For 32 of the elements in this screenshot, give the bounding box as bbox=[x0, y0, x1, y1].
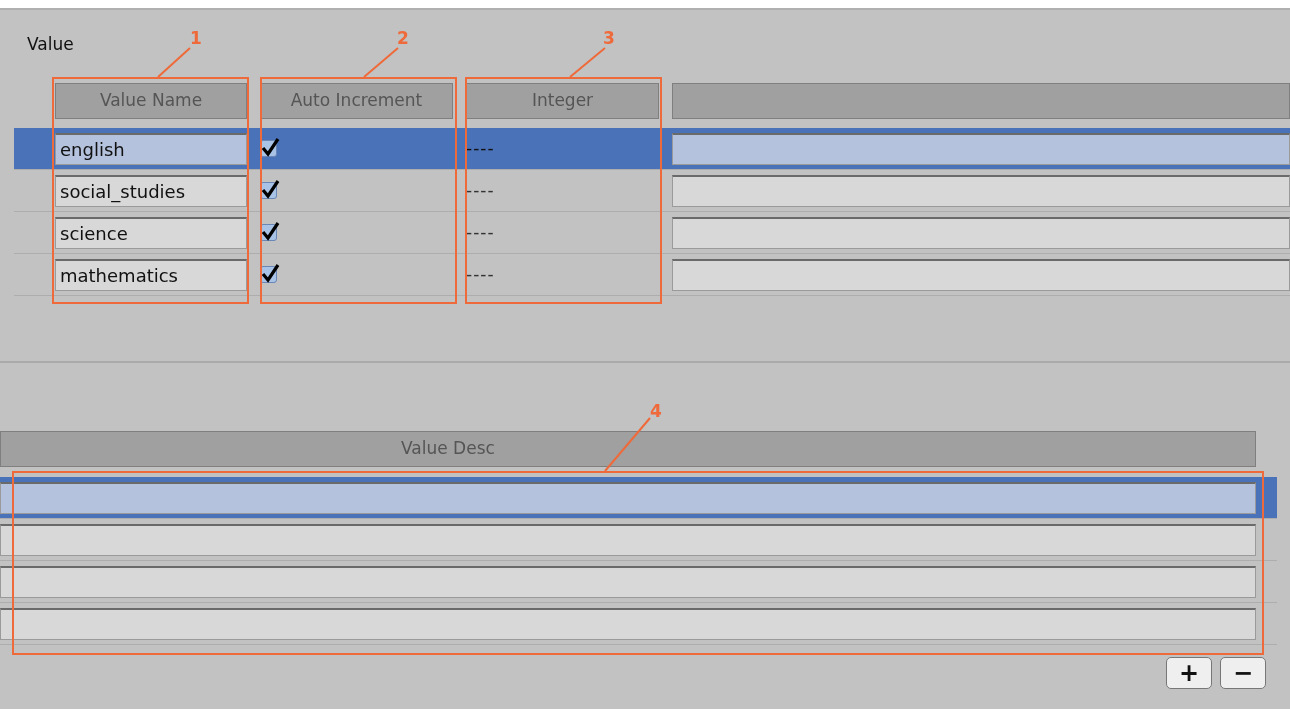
name-field[interactable]: social_studies bbox=[55, 174, 247, 207]
text-field[interactable] bbox=[672, 216, 1290, 249]
leader-line bbox=[157, 47, 191, 78]
leader-line bbox=[363, 47, 399, 78]
remove-button[interactable]: − bbox=[1220, 657, 1266, 689]
description-field[interactable] bbox=[0, 607, 1256, 640]
description-field[interactable] bbox=[0, 565, 1256, 598]
integer-value: ---- bbox=[466, 179, 495, 200]
integer-value: ---- bbox=[466, 137, 495, 158]
callout-number: 2 bbox=[397, 30, 409, 47]
name-field[interactable]: english bbox=[55, 132, 247, 165]
panel-title: Value bbox=[27, 34, 74, 54]
text-field[interactable] bbox=[672, 258, 1290, 291]
callout-number: 4 bbox=[650, 403, 662, 420]
callout-number: 3 bbox=[603, 30, 615, 47]
integer-value: ---- bbox=[466, 263, 495, 284]
description-field[interactable] bbox=[0, 523, 1256, 556]
add-button[interactable]: + bbox=[1166, 657, 1212, 689]
table-row[interactable]: mathematics ---- bbox=[14, 254, 1290, 296]
callout-number: 1 bbox=[190, 30, 202, 47]
name-field[interactable]: mathematics bbox=[55, 258, 247, 291]
leader-line bbox=[604, 417, 651, 472]
name-field[interactable]: science bbox=[55, 216, 247, 249]
table-row[interactable] bbox=[0, 477, 1277, 519]
description-field[interactable] bbox=[0, 481, 1256, 514]
table-row[interactable]: english ---- bbox=[14, 128, 1290, 170]
text-field[interactable] bbox=[672, 132, 1290, 165]
integer-value: ---- bbox=[466, 221, 495, 242]
table-row[interactable]: social_studies ---- bbox=[14, 170, 1290, 212]
text-field[interactable] bbox=[672, 174, 1290, 207]
leader-line bbox=[569, 47, 606, 78]
table-row[interactable]: science ---- bbox=[14, 212, 1290, 254]
